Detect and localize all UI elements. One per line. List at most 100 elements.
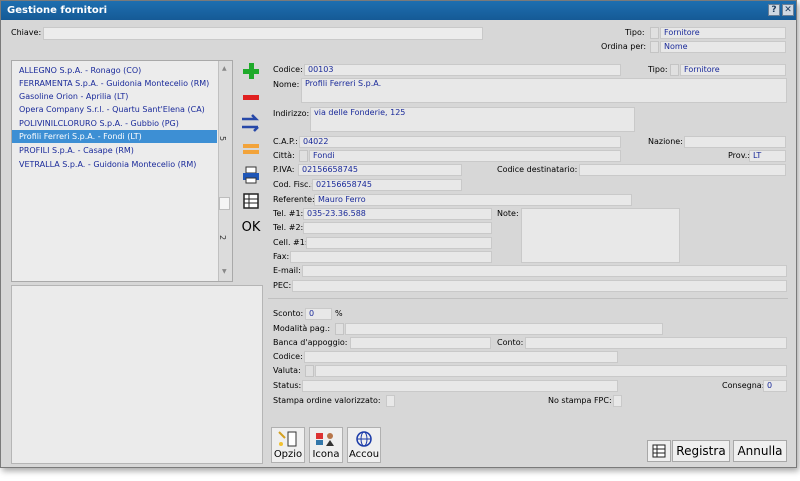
search-tipo-label: Tipo: [625, 28, 645, 37]
citta-label: Città: [273, 151, 295, 160]
chiave-input[interactable] [43, 27, 483, 40]
list-item[interactable]: ALLEGNO S.p.A. - Ronago (CO) [12, 64, 217, 77]
ordina-label: Ordina per: [601, 42, 647, 51]
form-separator [268, 298, 788, 299]
nome-label: Nome: [273, 80, 300, 89]
printer-icon [243, 166, 259, 184]
consegna-field[interactable]: 0 [763, 380, 787, 392]
table-button[interactable] [239, 190, 263, 212]
scroll-page-label-bottom: 2 [218, 234, 228, 241]
fax-field[interactable] [290, 251, 492, 263]
conto-field[interactable] [525, 337, 787, 349]
modalita-dropdown-icon[interactable] [335, 323, 344, 335]
valuta-dropdown-icon[interactable] [305, 365, 314, 377]
account-label: Accou [348, 449, 380, 460]
list-scrollbar[interactable]: ▲ ▼ [218, 61, 232, 281]
tel2-label: Tel. #2: [273, 223, 304, 232]
edit-button[interactable] [239, 138, 263, 160]
edit-icon [243, 144, 259, 154]
tel2-field[interactable] [303, 222, 492, 234]
cell1-field[interactable] [306, 237, 492, 249]
swap-arrows-icon [242, 114, 260, 132]
banca-field[interactable] [350, 337, 491, 349]
referente-field[interactable]: Mauro Ferro [314, 194, 632, 206]
help-button[interactable]: ? [768, 4, 780, 16]
nazione-field[interactable] [684, 136, 786, 148]
cap-field[interactable]: 04022 [299, 136, 621, 148]
piva-field[interactable]: 02156658745 [298, 164, 462, 176]
codice2-label: Codice: [273, 352, 303, 361]
codice-field[interactable]: 00103 [304, 64, 621, 76]
nome-field[interactable]: Profili Ferreri S.p.A. [301, 78, 787, 103]
pec-field[interactable] [292, 280, 787, 292]
email-field[interactable] [302, 265, 787, 277]
account-button[interactable]: Accou [347, 427, 381, 463]
cell1-label: Cell. #1: [273, 238, 308, 247]
status-field[interactable] [302, 380, 618, 392]
tipo-dropdown-icon[interactable] [670, 64, 679, 76]
table-icon [652, 444, 666, 458]
status-label: Status: [273, 381, 302, 390]
search-tipo-dropdown-icon[interactable] [650, 27, 659, 39]
piva-label: P.IVA: [273, 165, 295, 174]
no-stampa-checkbox[interactable] [613, 395, 622, 407]
options-label: Opzio [273, 449, 303, 460]
citta-field[interactable]: Fondi [309, 150, 621, 162]
stampa-checkbox[interactable] [386, 395, 395, 407]
close-button[interactable]: ✕ [782, 4, 794, 16]
scroll-down-icon[interactable]: ▼ [222, 268, 227, 275]
ok-button[interactable]: OK [239, 216, 263, 238]
registra-button[interactable]: Registra [672, 440, 730, 462]
tipo-select[interactable]: Fornitore [680, 64, 786, 76]
grid-button[interactable] [647, 440, 671, 462]
options-button[interactable]: Opzio [271, 427, 305, 463]
nazione-label: Nazione: [648, 137, 683, 146]
globe-icon [356, 431, 372, 447]
conto-label: Conto: [497, 338, 524, 347]
list-item-selected[interactable]: Profili Ferreri S.p.A. - Fondi (LT) [12, 130, 217, 143]
prov-field[interactable]: LT [749, 150, 786, 162]
modalita-field[interactable] [345, 323, 663, 335]
list-item[interactable]: Opera Company S.r.l. - Quartu Sant'Elena… [12, 103, 217, 116]
add-button[interactable] [239, 60, 263, 82]
list-item[interactable]: PROFILI S.p.A. - Casape (RM) [12, 144, 217, 157]
minus-icon [243, 95, 259, 100]
icon-button[interactable]: Icona [309, 427, 343, 463]
scroll-up-icon[interactable]: ▲ [222, 65, 227, 72]
pec-label: PEC: [273, 281, 292, 290]
cod-fisc-field[interactable]: 02156658745 [312, 179, 462, 191]
supplier-list[interactable]: ALLEGNO S.p.A. - Ronago (CO) FERRAMENTA … [11, 60, 233, 282]
sconto-label: Sconto: [273, 309, 304, 318]
codice-dest-label: Codice destinatario: [497, 165, 578, 174]
remove-button[interactable] [239, 86, 263, 108]
valuta-field[interactable] [315, 365, 787, 377]
people-icon [316, 433, 334, 446]
tel1-field[interactable]: 035-23.36.588 [303, 208, 492, 220]
chiave-label: Chiave: [11, 28, 42, 37]
scroll-thumb[interactable] [219, 197, 230, 210]
print-button[interactable] [239, 164, 263, 186]
title-bar: Gestione fornitori [1, 1, 796, 20]
indirizzo-field[interactable]: via delle Fonderie, 125 [310, 107, 635, 132]
ordina-select[interactable]: Nome [660, 41, 786, 53]
ordina-dropdown-icon[interactable] [650, 41, 659, 53]
indirizzo-label: Indirizzo: [273, 109, 310, 118]
list-item[interactable]: FERRAMENTA S.p.A. - Guidonia Montecelio … [12, 77, 217, 90]
cod-fisc-label: Cod. Fisc.: [273, 180, 314, 189]
note-field[interactable] [521, 208, 680, 263]
list-item[interactable]: VETRALLA S.p.A. - Guidonia Montecelio (R… [12, 158, 217, 171]
email-label: E-mail: [273, 266, 301, 275]
sconto-field[interactable]: 0 [305, 308, 332, 320]
window-title: Gestione fornitori [7, 5, 108, 16]
list-item[interactable]: Gasoline Orion - Aprilia (LT) [12, 90, 217, 103]
citta-dropdown-icon[interactable] [299, 150, 308, 162]
banca-label: Banca d'appoggio: [273, 338, 348, 347]
annulla-button[interactable]: Annulla [733, 440, 787, 462]
list-item[interactable]: POLIVINILCLORURO S.p.A. - Gubbio (PG) [12, 117, 217, 130]
swap-button[interactable] [239, 112, 263, 134]
codice2-field[interactable] [304, 351, 618, 363]
search-tipo-select[interactable]: Fornitore [660, 27, 786, 39]
prov-label: Prov.: [728, 151, 751, 160]
codice-dest-field[interactable] [579, 164, 786, 176]
supplier-window: Gestione fornitori ? ✕ Chiave: Tipo: For… [0, 0, 797, 468]
